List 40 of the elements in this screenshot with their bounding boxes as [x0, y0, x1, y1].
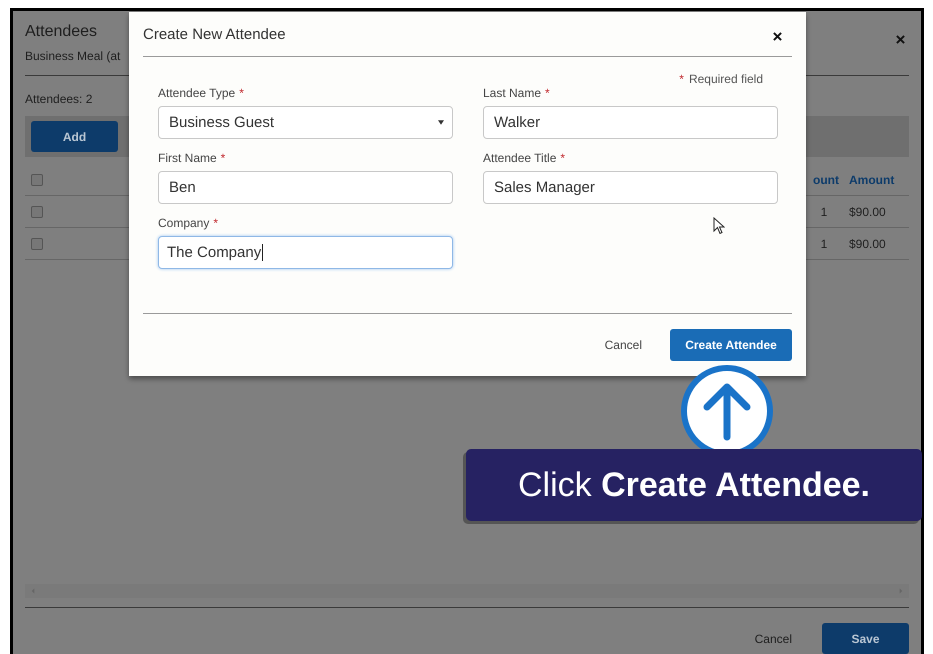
- field-label: Last Name: [483, 86, 542, 100]
- required-mark: *: [560, 151, 566, 165]
- checkbox[interactable]: [31, 238, 43, 250]
- add-button[interactable]: Add: [31, 121, 118, 152]
- checkbox[interactable]: [31, 206, 43, 218]
- field-label: Attendee Title: [483, 151, 556, 165]
- cancel-link[interactable]: Cancel: [604, 338, 642, 352]
- mouse-pointer-icon: [713, 217, 725, 235]
- field-label: Attendee Type: [158, 86, 236, 100]
- required-mark: *: [545, 86, 550, 100]
- attendee-count: Attendees: 2: [25, 92, 92, 106]
- save-button[interactable]: Save: [822, 623, 909, 654]
- horizontal-scrollbar[interactable]: [25, 584, 909, 598]
- field-label: Company: [158, 216, 210, 230]
- input-field[interactable]: Walker: [483, 106, 778, 139]
- input-field[interactable]: The Company: [158, 236, 453, 269]
- table-cell: $90.00: [849, 204, 886, 218]
- required-mark: *: [220, 151, 226, 165]
- checkbox[interactable]: [31, 174, 43, 186]
- table-cell: $90.00: [849, 236, 886, 250]
- dialog-title: Create New Attendee: [143, 26, 286, 42]
- input-field[interactable]: Sales Manager: [483, 171, 778, 204]
- select-field[interactable]: Business Guest: [158, 106, 453, 139]
- input-field[interactable]: Ben: [158, 171, 453, 204]
- cancel-link[interactable]: Cancel: [754, 632, 792, 646]
- create-attendee-button[interactable]: Create Attendee: [670, 329, 792, 361]
- required-note: Required field: [688, 72, 763, 86]
- caret-icon: [438, 120, 444, 125]
- required-mark: *: [679, 72, 684, 86]
- column-header: Amount: [849, 173, 894, 187]
- required-mark: *: [213, 216, 218, 230]
- instruction-callout: Click Create Attendee.: [466, 449, 922, 521]
- panel-subtitle: Business Meal (at: [25, 49, 120, 63]
- close-icon[interactable]: [773, 32, 782, 40]
- required-mark: *: [239, 86, 244, 100]
- column-header: ount: [813, 173, 839, 187]
- table-cell: 1: [820, 236, 828, 250]
- field-label: First Name: [158, 151, 217, 165]
- table-cell: 1: [820, 204, 828, 218]
- panel-title: Attendees: [25, 23, 98, 41]
